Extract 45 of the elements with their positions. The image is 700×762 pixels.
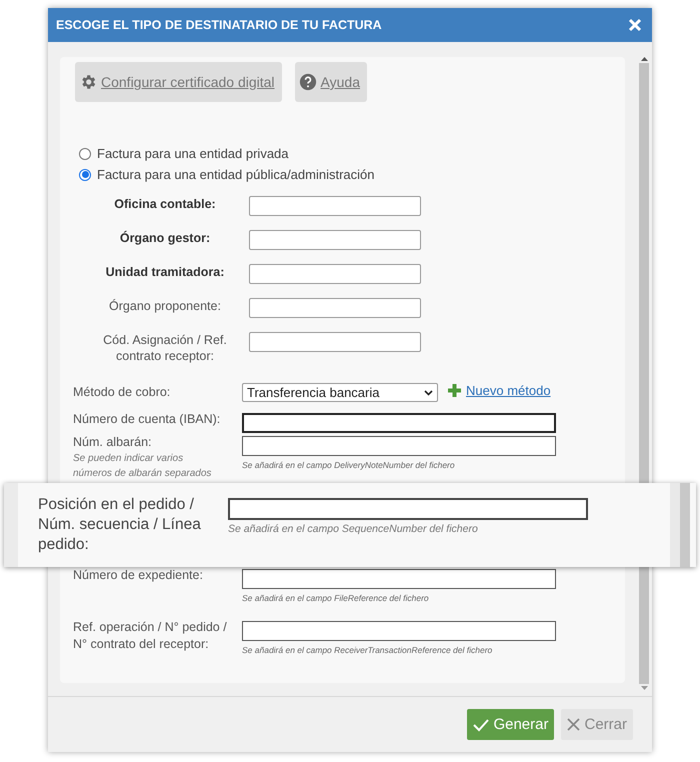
- field-label: Cód. Asignación / Ref. contrato receptor:: [102, 332, 228, 364]
- generate-button[interactable]: Generar: [467, 709, 554, 740]
- field-label: Oficina contable:: [113, 196, 217, 213]
- scroll-up-icon[interactable]: [640, 57, 648, 61]
- field-label: Método de cobro:: [73, 385, 172, 399]
- input-field[interactable]: [242, 413, 556, 433]
- field-label: Número de expediente:: [73, 567, 204, 584]
- field-label: Ref. operación / N° pedido / N° contrato del receptor:: [73, 619, 228, 653]
- field-label: Órgano gestor:: [118, 230, 212, 247]
- new-method-link[interactable]: Nuevo método: [447, 383, 551, 398]
- radio-button[interactable]: [79, 168, 91, 180]
- field-hint: Se añadirá en el campo ReceiverTransactionReference del fichero: [242, 645, 494, 655]
- field-label: Unidad tramitadora:: [104, 264, 226, 281]
- toolbar-button[interactable]: Configurar certificado digital: [75, 62, 282, 102]
- input-field[interactable]: [249, 264, 421, 284]
- field-hint: Se añadirá en el campo DeliveryNoteNumber del fichero: [242, 460, 456, 470]
- field-label: Órgano proponente:: [108, 298, 222, 315]
- input-field[interactable]: [242, 569, 556, 589]
- close-icon: [567, 718, 580, 731]
- help-icon: [298, 73, 317, 91]
- field-label: Núm. albarán:: [73, 434, 153, 451]
- dialog-title: ESCOGE EL TIPO DE DESTINATARIO DE TU FACTURA: [56, 18, 382, 32]
- close-icon[interactable]: [628, 18, 642, 32]
- field-hint: Se añadirá en el campo FileReference del fichero: [242, 593, 430, 603]
- radio-option[interactable]: Factura para una entidad pública/administración: [79, 164, 625, 185]
- input-field[interactable]: [249, 196, 421, 216]
- input-field[interactable]: [249, 230, 421, 250]
- plus-icon: [447, 383, 462, 398]
- field-label: Número de cuenta (IBAN):: [73, 411, 222, 428]
- close-button[interactable]: Cerrar: [561, 709, 633, 740]
- field-note: Se pueden indicar varios números de albarán separados: [73, 452, 212, 481]
- payment-select[interactable]: Transferencia bancaria: [242, 383, 438, 402]
- input-field[interactable]: [249, 332, 421, 352]
- scroll-down-icon[interactable]: [640, 686, 648, 690]
- radio-button[interactable]: [79, 148, 91, 160]
- chevron-icon: [424, 390, 433, 396]
- check-icon: [473, 718, 490, 732]
- field-hint: Se añadirá en el campo SequenceNumber del fichero: [228, 523, 479, 535]
- input-field[interactable]: [242, 436, 556, 456]
- input-field[interactable]: [242, 621, 556, 641]
- toolbar-button[interactable]: Ayuda: [294, 62, 367, 102]
- input-field[interactable]: [228, 498, 588, 520]
- radio-option[interactable]: Factura para una entidad privada: [79, 143, 625, 164]
- input-field[interactable]: [249, 298, 421, 318]
- field-label: Posición en el pedido / Núm. secuencia / Línea pedido:: [38, 495, 202, 555]
